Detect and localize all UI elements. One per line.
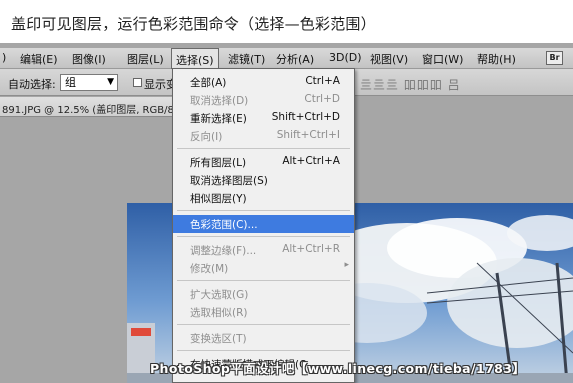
menu-item-similar[interactable]: 选取相似(R) bbox=[173, 303, 354, 321]
menu-item-all-layers[interactable]: 所有图层(L) Alt+Ctrl+A bbox=[173, 153, 354, 171]
menu-item-inverse[interactable]: 反向(I) Shift+Ctrl+I bbox=[173, 127, 354, 145]
menu-separator bbox=[177, 324, 350, 325]
menu-separator bbox=[177, 148, 350, 149]
menu-separator bbox=[177, 350, 350, 351]
menu-item-modify[interactable]: 修改(M) ▸ bbox=[173, 259, 354, 277]
menu-item-label: 反向(I) bbox=[190, 131, 223, 143]
menu-item-label: 变换选区(T) bbox=[190, 333, 247, 345]
menu-item-label: 取消选择图层(S) bbox=[190, 175, 268, 187]
menu-item-grow[interactable]: 扩大选取(G) bbox=[173, 285, 354, 303]
menu-item-color-range[interactable]: 色彩范围(C)... bbox=[173, 215, 354, 233]
menu-item-shortcut: Shift+Ctrl+I bbox=[276, 129, 340, 141]
menu-image[interactable]: 图像(I) bbox=[72, 51, 106, 67]
auto-select-dropdown[interactable]: 组 ▼ bbox=[60, 74, 118, 91]
auto-select-label: 自动选择: bbox=[8, 78, 56, 91]
menu-item-shortcut: Ctrl+D bbox=[304, 93, 340, 105]
select-menu-dropdown: 全部(A) Ctrl+A 取消选择(D) Ctrl+D 重新选择(E) Shif… bbox=[172, 68, 355, 383]
screenshot-root: 盖印可见图层，运行色彩范围命令（选择—色彩范围） ) 编辑(E) 图像(I) 图… bbox=[0, 0, 573, 383]
menu-item-label: 扩大选取(G) bbox=[190, 289, 249, 301]
menu-item-label: 选取相似(R) bbox=[190, 307, 248, 319]
menu-item-deselect-layers[interactable]: 取消选择图层(S) bbox=[173, 171, 354, 189]
menu-item-label: 全部(A) bbox=[190, 77, 227, 89]
menu-item-transform-selection[interactable]: 变换选区(T) bbox=[173, 329, 354, 347]
menu-filter[interactable]: 滤镜(T) bbox=[228, 51, 265, 67]
chevron-down-icon: ▼ bbox=[107, 77, 114, 87]
tutorial-caption: 盖印可见图层，运行色彩范围命令（选择—色彩范围） bbox=[11, 15, 376, 33]
menu-item-label: 取消选择(D) bbox=[190, 95, 249, 107]
menu-item-shortcut: Shift+Ctrl+D bbox=[271, 111, 340, 123]
menu-layer[interactable]: 图层(L) bbox=[127, 51, 164, 67]
menu-separator bbox=[177, 236, 350, 237]
menu-item-shortcut: Alt+Ctrl+R bbox=[282, 243, 340, 255]
menu-item-reselect[interactable]: 重新选择(E) Shift+Ctrl+D bbox=[173, 109, 354, 127]
photoshop-window: ) 编辑(E) 图像(I) 图层(L) 选择(S) 滤镜(T) 分析(A) 3D… bbox=[0, 43, 573, 383]
show-transform-checkbox[interactable] bbox=[133, 78, 142, 87]
menu-3d[interactable]: 3D(D) bbox=[329, 51, 362, 64]
submenu-arrow-icon: ▸ bbox=[344, 260, 349, 270]
menu-item-refine-edge[interactable]: 调整边缘(F)... Alt+Ctrl+R bbox=[173, 241, 354, 259]
menu-view[interactable]: 视图(V) bbox=[370, 51, 408, 67]
menu-item-label: 重新选择(E) bbox=[190, 113, 247, 125]
menu-item-similar-layers[interactable]: 相似图层(Y) bbox=[173, 189, 354, 207]
menu-item-label: 调整边缘(F)... bbox=[190, 245, 257, 257]
menu-item-label: 修改(M) bbox=[190, 263, 229, 275]
menu-bar: ) 编辑(E) 图像(I) 图层(L) 选择(S) 滤镜(T) 分析(A) 3D… bbox=[0, 48, 573, 69]
menu-item-deselect[interactable]: 取消选择(D) Ctrl+D bbox=[173, 91, 354, 109]
menu-separator bbox=[177, 210, 350, 211]
menu-item-shortcut: Ctrl+A bbox=[305, 75, 340, 87]
menu-select[interactable]: 选择(S) bbox=[171, 48, 219, 69]
align-buttons-icon[interactable]: 亖亖亖 吅吅吅 吕 bbox=[360, 76, 461, 93]
menu-edit[interactable]: 编辑(E) bbox=[20, 51, 58, 67]
bridge-button[interactable]: Br bbox=[546, 51, 563, 65]
menu-item-label: 所有图层(L) bbox=[190, 157, 247, 169]
menu-help[interactable]: 帮助(H) bbox=[477, 51, 516, 67]
menu-item-label: 色彩范围(C)... bbox=[190, 219, 258, 231]
menu-window[interactable]: 窗口(W) bbox=[422, 51, 463, 67]
menu-separator bbox=[177, 280, 350, 281]
menu-analysis[interactable]: 分析(A) bbox=[276, 51, 314, 67]
menu-file[interactable]: ) bbox=[2, 51, 6, 64]
watermark-text: PhotoShop平面设计吧【www.linecg.com/tieba/1783… bbox=[150, 361, 526, 376]
menu-item-label: 相似图层(Y) bbox=[190, 193, 247, 205]
document-tab[interactable]: 891.JPG @ 12.5% (盖印图层, RGB/8 bbox=[0, 97, 175, 117]
menu-item-select-all[interactable]: 全部(A) Ctrl+A bbox=[173, 73, 354, 91]
menu-item-shortcut: Alt+Ctrl+A bbox=[282, 155, 340, 167]
auto-select-value: 组 bbox=[65, 76, 76, 89]
